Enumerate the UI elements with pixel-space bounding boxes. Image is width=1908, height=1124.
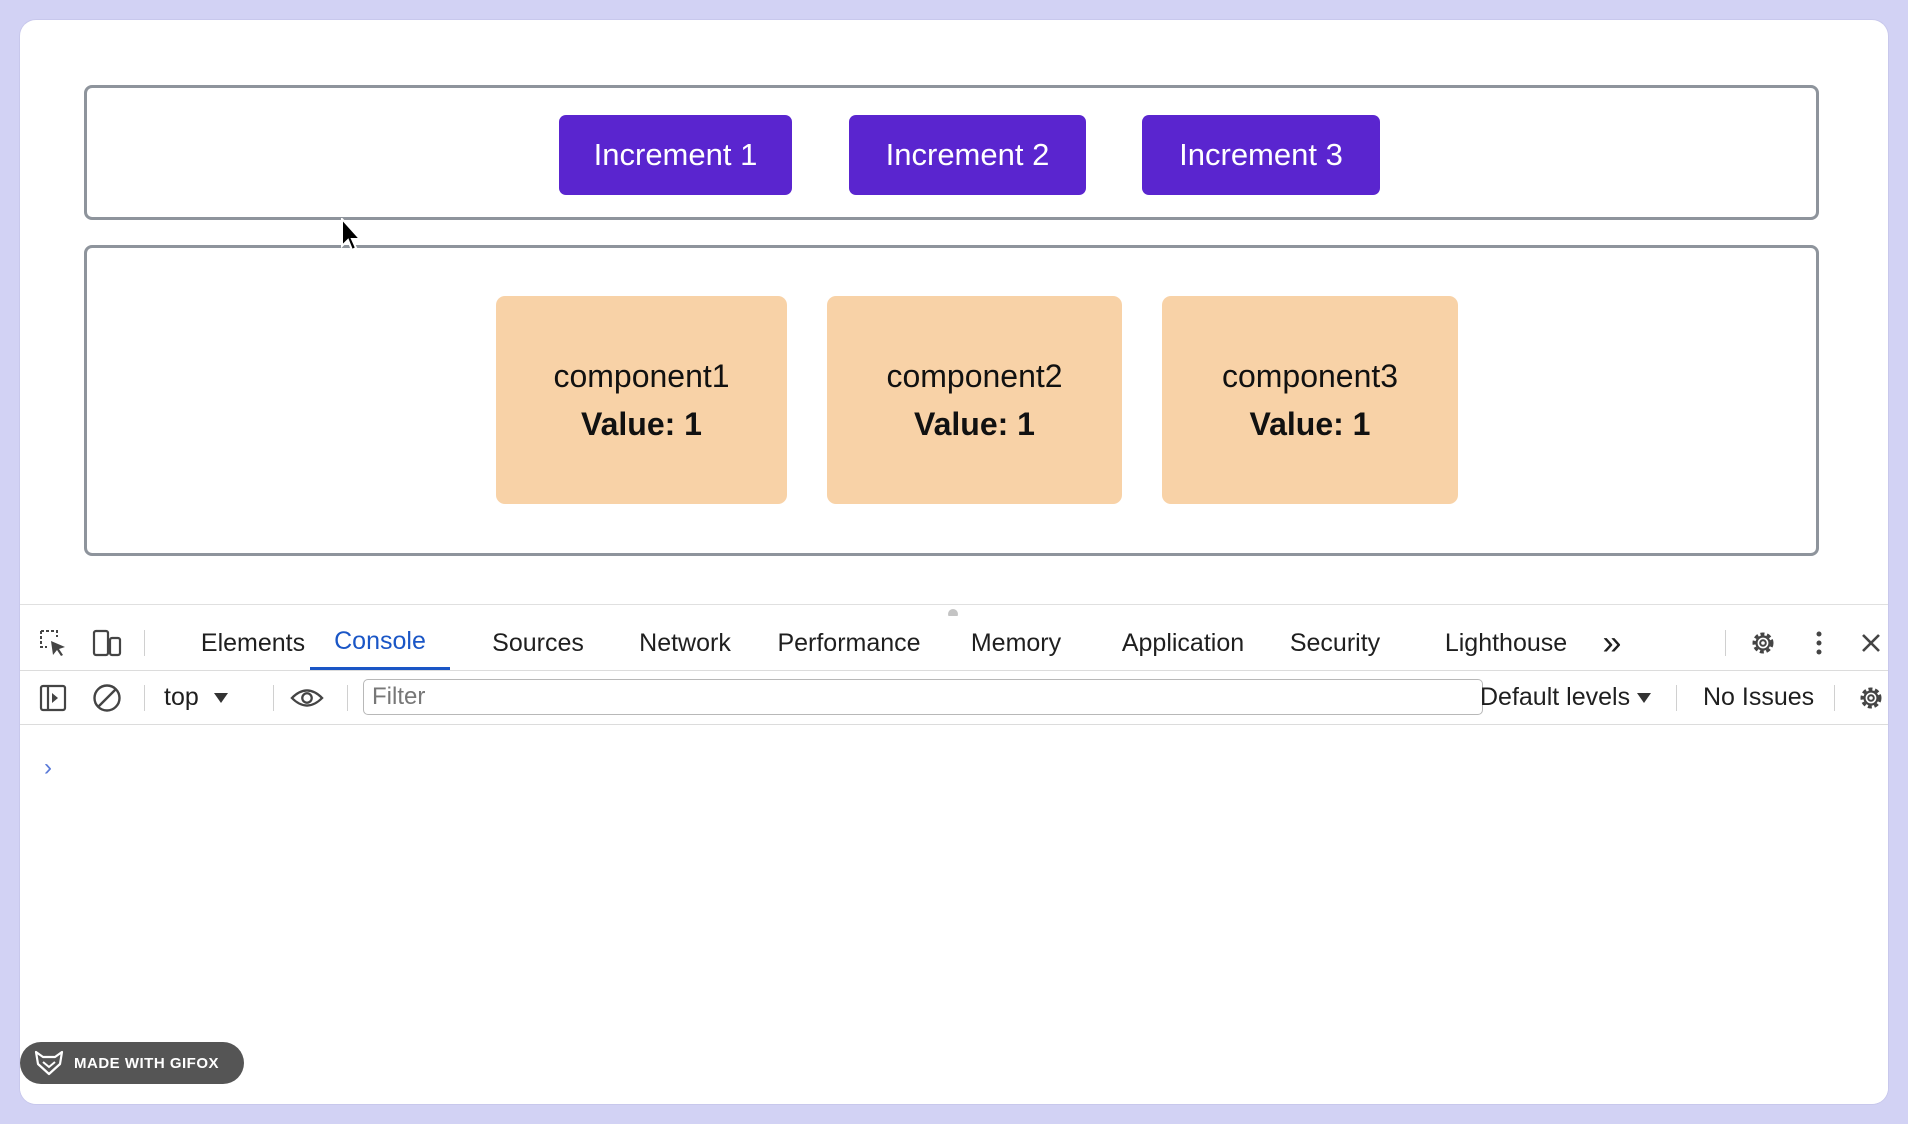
console-settings-gear-icon[interactable]	[1854, 681, 1888, 715]
console-toolbar: top Default levels No Iss	[20, 671, 1888, 725]
clear-console-icon[interactable]	[90, 681, 124, 715]
tab-elements[interactable]: Elements	[178, 616, 328, 670]
sidebar-toggle-icon[interactable]	[36, 681, 70, 715]
button-container: Increment 1 Increment 2 Increment 3	[84, 85, 1819, 220]
tab-application[interactable]: Application	[1098, 616, 1268, 670]
close-devtools-icon[interactable]	[1854, 626, 1888, 660]
increment-1-button[interactable]: Increment 1	[559, 115, 792, 195]
separator	[1725, 630, 1726, 656]
component-card-2: component2 Value: 1	[827, 296, 1122, 504]
component-name: component1	[553, 358, 730, 394]
devtools-tabbar: Elements Console Sources Network Perform…	[20, 616, 1888, 671]
separator	[144, 685, 145, 711]
devtools-resizer[interactable]	[20, 604, 1888, 619]
tab-sources[interactable]: Sources	[473, 616, 603, 670]
devtools-panel: Elements Console Sources Network Perform…	[20, 604, 1888, 1104]
separator	[347, 685, 348, 711]
gifox-badge-label: MADE WITH GIFOX	[74, 1054, 219, 1072]
filter-input[interactable]	[363, 679, 1483, 715]
tab-lighthouse[interactable]: Lighthouse	[1426, 616, 1586, 670]
separator	[1676, 685, 1677, 711]
log-levels-dropdown[interactable]: Default levels	[1480, 671, 1652, 724]
increment-3-button[interactable]: Increment 3	[1142, 115, 1380, 195]
log-levels-label: Default levels	[1480, 683, 1631, 711]
live-expression-eye-icon[interactable]	[290, 681, 324, 715]
kebab-menu-icon[interactable]	[1802, 626, 1836, 660]
component-card-3: component3 Value: 1	[1162, 296, 1458, 504]
increment-2-button[interactable]: Increment 2	[849, 115, 1086, 195]
settings-gear-icon[interactable]	[1746, 626, 1780, 660]
component-container: component1 Value: 1 component2 Value: 1 …	[84, 245, 1819, 556]
component-card-1: component1 Value: 1	[496, 296, 787, 504]
component-value: Value: 1	[914, 406, 1035, 442]
dropdown-arrow-icon	[1637, 692, 1652, 703]
tab-security[interactable]: Security	[1270, 616, 1400, 670]
more-tabs-icon[interactable]: »	[1582, 616, 1642, 670]
tab-console[interactable]: Console	[310, 616, 450, 670]
issues-counter[interactable]: No Issues	[1703, 671, 1814, 724]
separator	[144, 630, 145, 656]
separator	[1834, 685, 1835, 711]
component-name: component3	[1221, 358, 1399, 394]
tab-performance[interactable]: Performance	[764, 616, 934, 670]
gifox-logo-icon	[34, 1050, 64, 1076]
browser-window: Increment 1 Increment 2 Increment 3 comp…	[20, 20, 1888, 1104]
device-toolbar-icon[interactable]	[90, 626, 124, 660]
context-selector-label: top	[164, 683, 199, 711]
console-prompt-icon[interactable]: ›	[44, 754, 52, 782]
mouse-cursor-icon	[341, 218, 363, 252]
tab-network[interactable]: Network	[620, 616, 750, 670]
dropdown-arrow-icon	[213, 692, 228, 703]
gifox-badge: MADE WITH GIFOX	[20, 1042, 244, 1084]
separator	[273, 685, 274, 711]
tab-memory[interactable]: Memory	[948, 616, 1084, 670]
context-selector[interactable]: top	[164, 671, 229, 724]
component-value: Value: 1	[1249, 406, 1371, 442]
component-name: component2	[886, 358, 1063, 394]
inspect-element-icon[interactable]	[36, 626, 70, 660]
component-value: Value: 1	[581, 406, 702, 442]
